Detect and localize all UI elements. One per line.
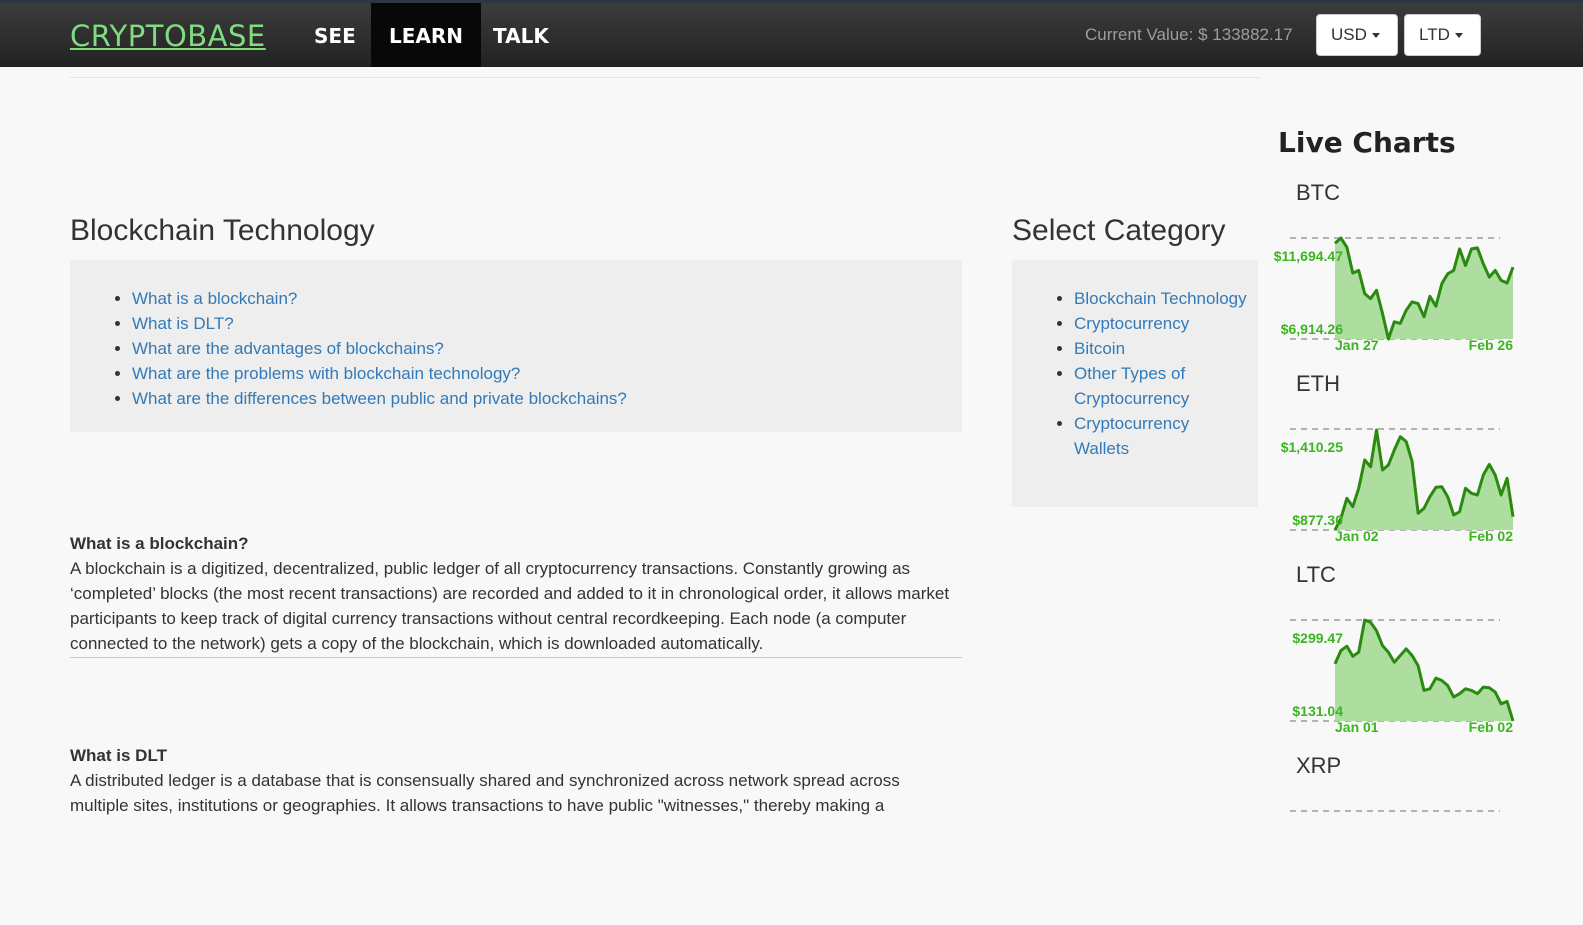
start-date-label: Jan 02 (1335, 528, 1379, 544)
chart-xrp (1290, 810, 1500, 812)
currency-dropdown[interactable]: USD (1316, 14, 1398, 56)
toc-box: What is a blockchain? What is DLT? What … (70, 260, 962, 432)
navbar: CRYPTOBASE SEE LEARN TALK Current Value:… (0, 0, 1583, 67)
area-fill (1335, 238, 1513, 339)
end-date-label: Feb 02 (1469, 719, 1514, 735)
category-link[interactable]: Cryptocurrency Wallets (1074, 414, 1189, 458)
divider (70, 77, 1260, 78)
category-title: Select Category (1012, 214, 1226, 247)
toc-link[interactable]: What is DLT? (132, 314, 234, 333)
start-date-label: Jan 27 (1335, 337, 1379, 353)
caret-down-icon (1371, 33, 1380, 39)
logo-link[interactable]: CRYPTOBASE (70, 19, 266, 53)
coin-label: LTD (1419, 25, 1450, 44)
category-box: Blockchain Technology Cryptocurrency Bit… (1012, 260, 1258, 507)
section-heading: What is a blockchain? (70, 534, 249, 553)
category-link[interactable]: Other Types of Cryptocurrency (1074, 364, 1189, 408)
end-date-label: Feb 26 (1469, 337, 1514, 353)
current-value: Current Value: $ 133882.17 (1085, 25, 1293, 44)
nav-talk[interactable]: TALK (475, 3, 567, 67)
section-blockchain: What is a blockchain? A blockchain is a … (70, 531, 962, 656)
category-link[interactable]: Blockchain Technology (1074, 289, 1247, 308)
max-price-label: $299.47 (1292, 630, 1343, 646)
toc-link[interactable]: What are the differences between public … (132, 389, 627, 408)
toc-link[interactable]: What are the problems with blockchain te… (132, 364, 520, 383)
start-date-label: Jan 01 (1335, 719, 1379, 735)
section-dlt: What is DLT A distributed ledger is a da… (70, 743, 962, 818)
category-link[interactable]: Cryptocurrency (1074, 314, 1189, 333)
coin-label-xrp: XRP (1296, 753, 1342, 778)
chart-ltc: $299.47 $131.04Jan 01 Feb 02 (1290, 618, 1515, 735)
chart-btc: $11,694.47 $6,914.26Jan 27 Feb 26 (1274, 236, 1515, 353)
section-text: A blockchain is a digitized, decentraliz… (70, 559, 950, 653)
divider (70, 657, 962, 658)
live-charts-title: Live Charts (1278, 126, 1456, 159)
min-price-label: $877.30 (1292, 512, 1343, 528)
caret-down-icon (1454, 33, 1463, 39)
category-link[interactable]: Bitcoin (1074, 339, 1125, 358)
page-title: Blockchain Technology (70, 214, 375, 247)
currency-label: USD (1331, 25, 1367, 44)
section-heading: What is DLT (70, 746, 167, 765)
section-text: A distributed ledger is a database that … (70, 771, 900, 815)
min-price-label: $131.04 (1292, 703, 1343, 719)
nav-see[interactable]: SEE (296, 3, 374, 67)
coin-label-eth: ETH (1296, 371, 1340, 396)
coin-label-btc: BTC (1296, 180, 1340, 205)
toc-link[interactable]: What is a blockchain? (132, 289, 297, 308)
coin-dropdown[interactable]: LTD (1404, 14, 1481, 56)
max-price-label: $1,410.25 (1281, 439, 1343, 455)
min-price-label: $6,914.26 (1281, 321, 1343, 337)
coin-label-ltc: LTC (1296, 562, 1336, 587)
nav-learn[interactable]: LEARN (371, 3, 482, 67)
chart-eth: $1,410.25 $877.30Jan 02 Feb 02 (1281, 428, 1515, 544)
max-price-label: $11,694.47 (1274, 248, 1344, 264)
end-date-label: Feb 02 (1469, 528, 1514, 544)
toc-link[interactable]: What are the advantages of blockchains? (132, 339, 444, 358)
